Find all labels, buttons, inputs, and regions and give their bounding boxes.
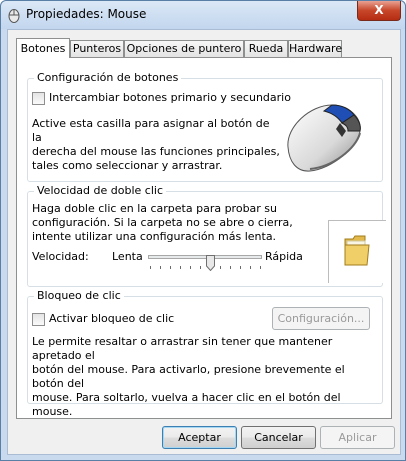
speed-label: Velocidad: [32, 250, 89, 263]
close-button[interactable]: X [357, 1, 401, 21]
title-bar[interactable]: Propiedades: Mouse X [1, 1, 405, 29]
fast-label: Rápida [265, 250, 303, 263]
tab-label: Rueda [248, 42, 284, 55]
tab-label: Hardware [289, 42, 343, 55]
swap-buttons-label[interactable]: Intercambiar botones primario y secundar… [49, 91, 291, 104]
group-title: Velocidad de doble clic [34, 184, 167, 197]
click-lock-group: Bloqueo de clic Activar bloqueo de clic … [27, 289, 383, 418]
tab-punteros[interactable]: Punteros [70, 40, 124, 57]
window-title: Propiedades: Mouse [26, 7, 147, 21]
apply-button[interactable]: Aplicar [320, 426, 395, 449]
tab-botones[interactable]: Botones [16, 38, 70, 58]
double-click-description: Haga doble clic en la carpeta para proba… [32, 202, 293, 243]
test-folder-area[interactable] [328, 220, 386, 283]
slow-label: Lenta [112, 250, 143, 263]
tab-label: Opciones de puntero [126, 42, 242, 55]
tab-panel-botones: Configuración de botones Intercambiar bo… [16, 57, 392, 419]
close-icon: X [374, 3, 384, 17]
mouse-properties-window: Propiedades: Mouse X Botones Punteros Op… [0, 0, 406, 461]
swap-buttons-checkbox[interactable] [32, 92, 45, 105]
button-label: Aceptar [178, 431, 221, 444]
button-label: Configuración... [277, 312, 365, 325]
ok-button[interactable]: Aceptar [162, 426, 237, 449]
tab-hardware[interactable]: Hardware [288, 40, 342, 57]
folder-icon[interactable] [343, 233, 371, 267]
button-label: Cancelar [254, 431, 303, 444]
tab-label: Punteros [72, 42, 122, 55]
click-lock-label[interactable]: Activar bloqueo de clic [49, 312, 174, 325]
click-lock-settings-button[interactable]: Configuración... [272, 307, 370, 330]
cancel-button[interactable]: Cancelar [241, 426, 316, 449]
mouse-illustration-icon [287, 104, 361, 172]
button-config-group: Configuración de botones Intercambiar bo… [27, 71, 383, 182]
button-label: Aplicar [338, 431, 377, 444]
mouse-icon [8, 9, 20, 23]
dialog-client-area: Botones Punteros Opciones de puntero Rue… [7, 29, 401, 455]
swap-description: Active esta casilla para asignar al botó… [32, 117, 280, 172]
group-title: Configuración de botones [34, 71, 182, 84]
tab-rueda[interactable]: Rueda [244, 40, 288, 57]
tab-opciones-de-puntero[interactable]: Opciones de puntero [124, 40, 244, 57]
click-lock-checkbox[interactable] [32, 313, 45, 326]
double-click-group: Velocidad de doble clic Haga doble clic … [27, 184, 386, 287]
click-lock-description: Le permite resaltar o arrastrar sin tene… [32, 335, 345, 418]
speed-slider-thumb[interactable] [205, 255, 215, 271]
tab-label: Botones [20, 42, 66, 55]
group-title: Bloqueo de clic [34, 289, 124, 302]
